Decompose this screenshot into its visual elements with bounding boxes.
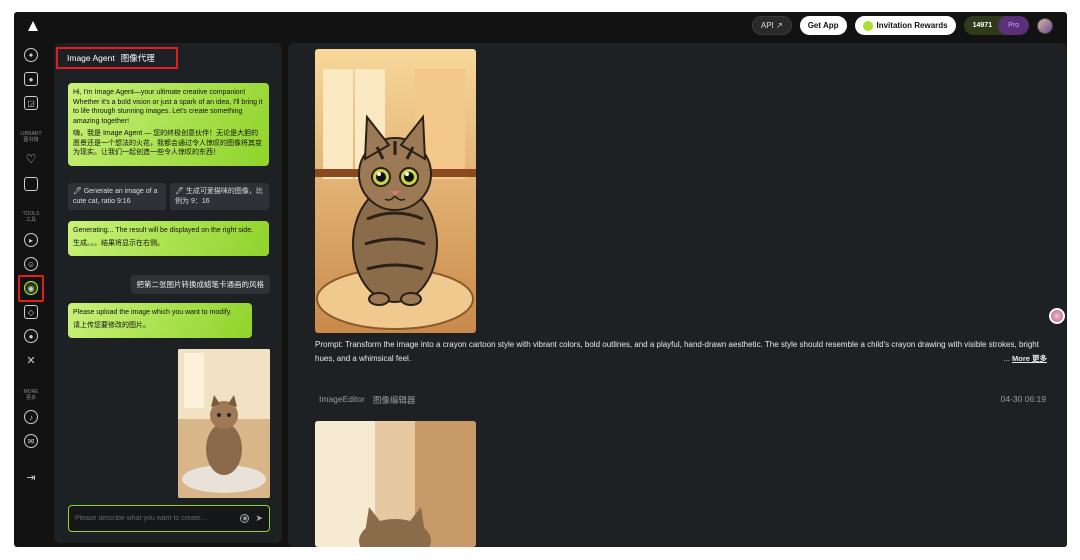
generated-crayon-cat-image[interactable] [315, 49, 476, 333]
greeting-en: Hi, I'm Image Agent—your ultimate creati… [73, 89, 263, 125]
invitation-rewards-label: Invitation Rewards [876, 21, 948, 30]
heart-icon[interactable]: ♡ [24, 152, 38, 166]
chat-title-cn: 图像代理 [120, 53, 155, 63]
more-link[interactable]: ... More 更多 [1004, 353, 1047, 364]
editor-label-cn: 图像编辑器 [372, 395, 416, 405]
result-timestamp: 04-30 06:19 [1000, 394, 1046, 404]
greeting-cn: 嗨，我是 Image Agent — 您的终极创意伙伴！无论是大胆的愿景还是一个… [73, 130, 262, 156]
bell-icon[interactable]: ♪ [24, 410, 38, 424]
top-bar-actions: API ↗ Get App Invitation Rewards 14971 P… [751, 16, 1053, 35]
upload-cn: 请上传您要修改的图片。 [73, 321, 150, 329]
brand-logo-icon[interactable]: ▲ [24, 17, 42, 35]
cube-icon[interactable]: ◇ [24, 305, 38, 319]
face-smile-icon[interactable]: ☺ [24, 257, 38, 271]
credits-badge[interactable]: 14971 Pro [963, 16, 1029, 35]
credits-count: 14971 [972, 22, 993, 29]
more-link-label[interactable]: More 更多 [1012, 354, 1047, 363]
plan-badge: Pro [998, 16, 1029, 35]
tools-wrench-icon[interactable]: ✕ [24, 353, 38, 367]
collapse-sidebar-icon[interactable]: ⇥ [24, 470, 38, 484]
floating-helper-avatar[interactable] [1049, 308, 1065, 324]
folder-icon[interactable] [24, 177, 38, 191]
user-icon[interactable]: ● [24, 329, 38, 343]
video-play-icon[interactable]: ▸ [24, 233, 38, 247]
image-agent-icon[interactable]: ◉ [24, 281, 38, 295]
cast-icon[interactable]: ◲ [24, 96, 38, 110]
mail-icon[interactable]: ✉ [24, 434, 38, 448]
chat-input-box: ◉ ➤ [68, 505, 270, 532]
user-message: 把第二张图片转换成蜡笔卡通画的风格 [130, 275, 270, 294]
image-upload-icon[interactable]: ◉ [240, 514, 250, 523]
generating-cn: 生成。。。结果将显示在右侧。 [73, 239, 164, 247]
upload-en: Please upload the image which you want t… [73, 309, 232, 316]
suggestion-chip-cn[interactable]: 🖊 生成可爱猫咪的图像，比例为 9：16 [170, 183, 269, 210]
user-avatar[interactable] [1037, 17, 1053, 34]
chat-panel: Image Agent 图像代理 Hi, I'm Image Agent—you… [54, 43, 282, 543]
result-panel: Prompt: Transform the image into a crayo… [288, 43, 1067, 547]
more-section-label-cn: 更多 [25, 395, 36, 401]
get-app-button[interactable]: Get App [799, 16, 847, 35]
explore-compass-icon[interactable]: ✦ [24, 48, 38, 62]
uploaded-cat-image[interactable] [178, 349, 270, 498]
editor-label: ImageEditor [319, 394, 365, 404]
chat-title-en: Image Agent [67, 53, 115, 63]
agent-upload-bubble: Please upload the image which you want t… [68, 303, 252, 338]
prompt-text: Prompt: Transform the image into a crayo… [315, 340, 1039, 363]
sidebar: ✦ ● ◲ LIBRARY 图书馆 ♡ TOOLS 工具 ▸ ☺ ◉ ◇ ● ✕… [14, 40, 48, 547]
agent-generating-bubble: Generating... The result will be display… [68, 221, 269, 256]
result-meta: ImageEditor 图像编辑器 [319, 394, 415, 406]
library-section-label-cn: 图书馆 [23, 137, 39, 143]
agent-greeting-bubble: Hi, I'm Image Agent—your ultimate creati… [68, 83, 269, 166]
tools-section-label-cn: 工具 [25, 217, 36, 223]
generating-en: Generating... The result will be display… [73, 227, 254, 234]
chat-input[interactable] [75, 515, 235, 522]
top-bar: ▲ API ↗ Get App Invitation Rewards 14971… [14, 12, 1067, 40]
second-generated-image[interactable] [315, 421, 476, 547]
chat-title: Image Agent 图像代理 [56, 47, 178, 69]
suggestion-chip-en[interactable]: 🖊 Generate an image of a cute cat, ratio… [68, 183, 166, 210]
api-button[interactable]: API ↗ [751, 16, 792, 35]
invitation-rewards-button[interactable]: Invitation Rewards [854, 16, 956, 35]
create-apple-icon[interactable]: ● [24, 72, 38, 86]
more-prefix: ... [1003, 354, 1010, 363]
send-icon[interactable]: ➤ [255, 513, 263, 524]
app-window: ▲ API ↗ Get App Invitation Rewards 14971… [14, 12, 1067, 547]
gift-icon [862, 20, 873, 31]
